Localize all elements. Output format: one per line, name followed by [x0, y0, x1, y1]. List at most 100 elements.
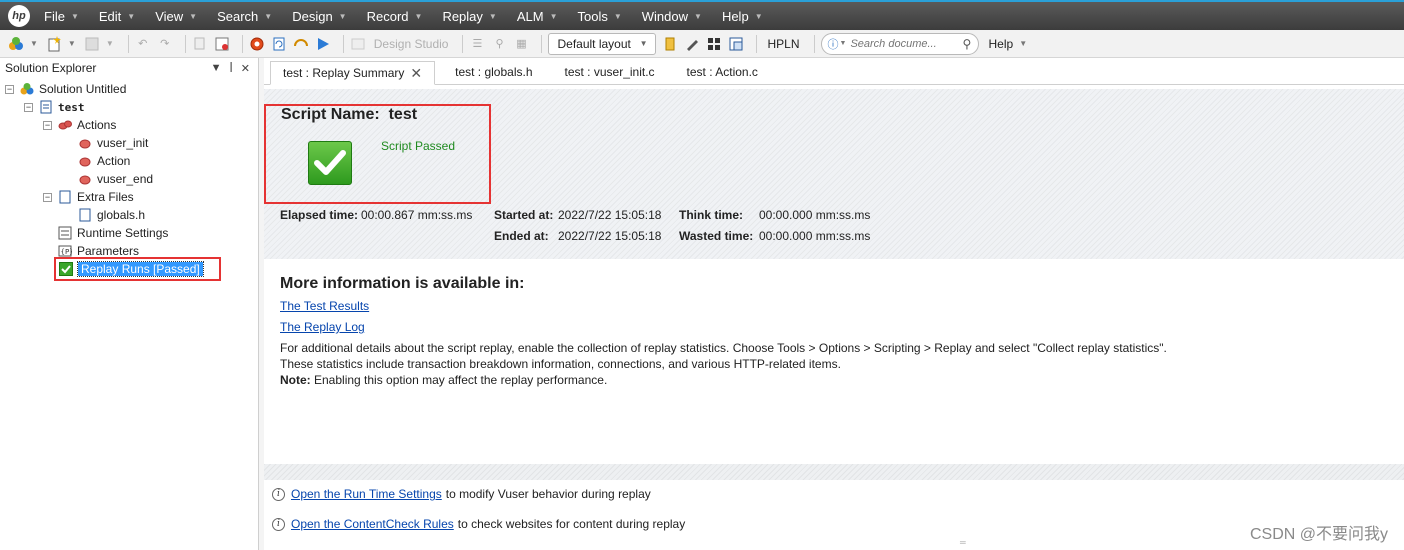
grid-icon[interactable]: ▦ — [513, 36, 529, 52]
design-studio-icon[interactable] — [350, 36, 366, 52]
design-studio-button[interactable]: Design Studio — [374, 37, 449, 51]
regenerate-icon[interactable] — [271, 36, 287, 52]
chevron-down-icon[interactable]: ▼ — [68, 39, 76, 48]
menu-file[interactable]: File ▼ — [44, 9, 79, 24]
tab-label: test : vuser_init.c — [564, 65, 655, 79]
menu-window[interactable]: Window ▼ — [642, 9, 702, 24]
tree-item-actions[interactable]: − Actions — [43, 116, 116, 134]
contentcheck-link[interactable]: Open the ContentCheck Rules — [291, 517, 454, 531]
menu-tools-label: Tools — [577, 8, 608, 24]
replay-log-link[interactable]: The Replay Log — [280, 320, 365, 334]
solution-icon — [20, 82, 34, 96]
runtime-settings-text: to modify Vuser behavior during replay — [445, 487, 651, 501]
collapse-icon[interactable]: − — [5, 84, 14, 94]
chevron-down-icon[interactable]: ▼ — [106, 39, 114, 48]
tree-item-globals[interactable]: globals.h — [78, 206, 145, 224]
snapshot-icon[interactable] — [662, 36, 678, 52]
menu-replay-label: Replay — [442, 8, 483, 24]
actions-folder-icon — [58, 118, 72, 132]
pen-icon[interactable] — [684, 36, 700, 52]
tip-contentcheck: i Open the ContentCheck Rules to check w… — [272, 517, 685, 531]
tree-item-solution[interactable]: − Solution Untitled — [5, 80, 126, 98]
toolbar-separator — [462, 34, 464, 53]
tree-item-script[interactable]: − test — [24, 98, 85, 116]
undo-icon[interactable]: ↶ — [135, 36, 151, 52]
contentcheck-text: to check websites for content during rep… — [457, 517, 686, 531]
help-button[interactable]: Help — [989, 37, 1014, 51]
search-documentation[interactable]: ⓘ ▼ ⚲ — [820, 32, 979, 55]
search-input[interactable] — [850, 37, 963, 50]
resize-grip-icon[interactable]: ═ — [960, 538, 966, 547]
list-icon[interactable]: ☰ — [469, 36, 485, 52]
chevron-down-icon[interactable]: ▼ — [30, 39, 38, 48]
file-icon — [58, 190, 72, 204]
windows-icon[interactable] — [728, 36, 744, 52]
solution-label: Solution Untitled — [39, 82, 127, 96]
file-icon — [78, 208, 92, 222]
note-label: Note: — [280, 373, 311, 387]
copy-icon[interactable] — [192, 36, 208, 52]
menu-bar: hp File ▼ Edit ▼ View ▼ Search ▼ Design ▼ Rec… — [0, 0, 1404, 30]
menu-alm[interactable]: ALM ▼ — [517, 9, 558, 24]
tree-item-action-vuser-init[interactable]: vuser_init — [78, 134, 148, 152]
new-solution-icon[interactable] — [8, 36, 24, 52]
search-icon[interactable]: ⚲ — [962, 37, 971, 51]
menu-alm-label: ALM — [516, 8, 544, 24]
action-label: Action — [97, 154, 131, 168]
tree-item-runtime-settings[interactable]: Runtime Settings — [58, 224, 168, 242]
tab-globals[interactable]: test : globals.h — [443, 60, 544, 84]
tab-replay-summary[interactable]: test : Replay Summary ✕ — [270, 61, 436, 85]
tab-vuser-init[interactable]: test : vuser_init.c — [553, 60, 667, 84]
menu-design-label: Design — [292, 8, 333, 24]
runtime-settings-link[interactable]: Open the Run Time Settings — [291, 487, 442, 501]
actions-folder-label: Actions — [77, 118, 117, 132]
menu-tools[interactable]: Tools ▼ — [577, 9, 621, 24]
note-text: Enabling this option may affect the repl… — [310, 373, 608, 387]
new-script-icon[interactable] — [46, 35, 62, 52]
tree-item-extra-files[interactable]: − Extra Files — [43, 188, 134, 206]
chevron-down-icon: ▼ — [338, 11, 347, 21]
collapse-icon[interactable]: − — [43, 192, 52, 202]
save-icon[interactable] — [84, 36, 100, 52]
menu-view[interactable]: View ▼ — [155, 9, 197, 24]
started-label: Started at: — [494, 208, 554, 222]
chevron-down-icon: ▼ — [639, 39, 648, 48]
chevron-down-icon: ▼ — [839, 40, 847, 47]
menu-record[interactable]: Record ▼ — [367, 9, 423, 24]
menu-replay[interactable]: Replay ▼ — [442, 9, 496, 24]
toolbar-separator — [756, 34, 758, 53]
started-value: 2022/7/22 15:05:18 — [558, 208, 662, 222]
replay-icon[interactable] — [315, 36, 331, 52]
collapse-icon[interactable]: − — [24, 102, 33, 112]
menu-search[interactable]: Search ▼ — [217, 9, 272, 24]
pin-icon[interactable]: ꟾ — [230, 62, 233, 75]
collapse-icon[interactable]: − — [43, 120, 52, 130]
chevron-down-icon[interactable]: ▼ — [1019, 39, 1027, 48]
dropdown-icon[interactable]: ▼ — [211, 62, 222, 75]
tab-action[interactable]: test : Action.c — [675, 60, 770, 84]
test-results-link[interactable]: The Test Results — [280, 299, 369, 313]
menu-design[interactable]: Design ▼ — [292, 9, 346, 24]
redo-icon[interactable]: ↷ — [157, 36, 173, 52]
record-icon[interactable] — [249, 36, 265, 52]
tree-item-action-vuser-end[interactable]: vuser_end — [78, 170, 153, 188]
close-icon[interactable]: ✕ — [241, 62, 250, 75]
hpln-button[interactable]: HPLN — [767, 37, 799, 51]
settings-icon — [58, 226, 72, 240]
layout-select[interactable]: Default layout ▼ — [548, 32, 657, 55]
tab-label: test : Action.c — [686, 65, 758, 79]
replay-step-icon[interactable] — [293, 36, 309, 52]
action-icon — [78, 172, 92, 186]
tree-item-action-action[interactable]: Action — [78, 152, 130, 170]
compile-icon[interactable] — [214, 36, 230, 52]
menu-edit[interactable]: Edit ▼ — [99, 9, 135, 24]
menu-help[interactable]: Help ▼ — [722, 9, 763, 24]
menu-window-label: Window — [641, 8, 689, 24]
ended-value: 2022/7/22 15:05:18 — [558, 229, 662, 243]
steps-icon[interactable] — [706, 36, 722, 52]
menu-edit-label: Edit — [98, 8, 122, 24]
elapsed-label: Elapsed time: — [280, 208, 359, 222]
close-icon[interactable]: ✕ — [410, 65, 422, 82]
script-icon — [39, 100, 53, 114]
find-icon[interactable]: ⚲ — [491, 36, 507, 52]
